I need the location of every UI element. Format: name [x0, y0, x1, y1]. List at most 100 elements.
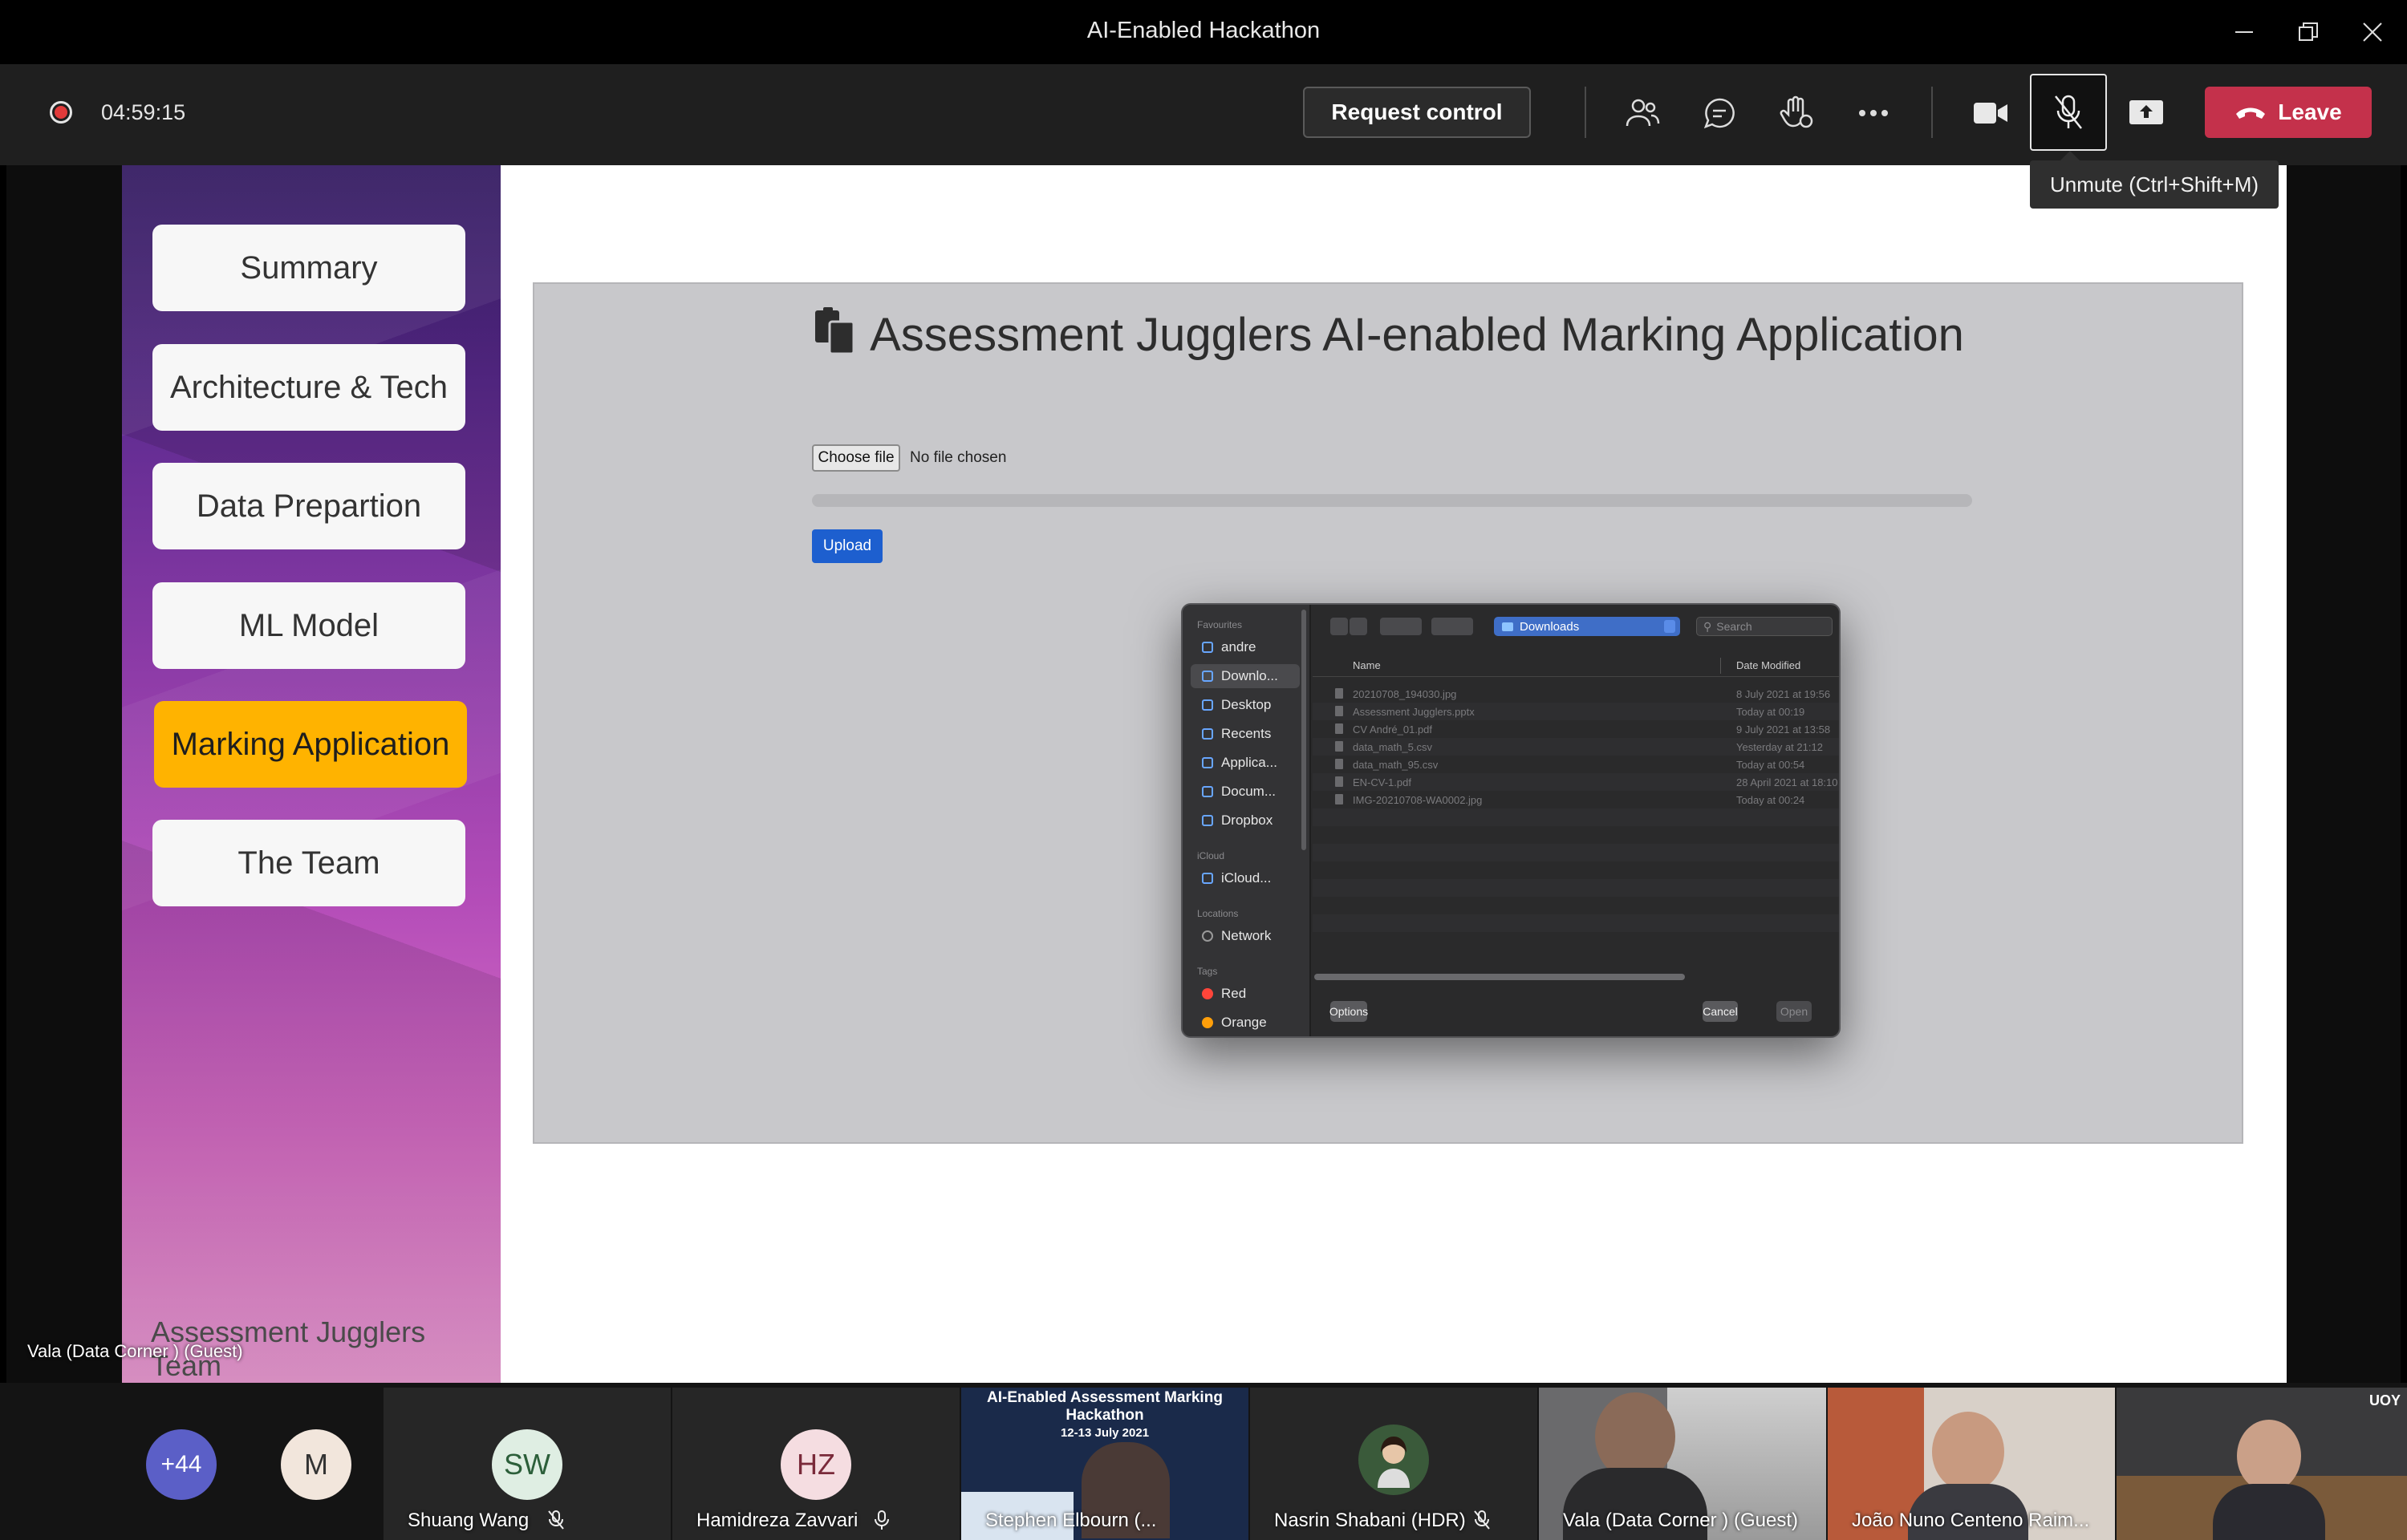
- grid-view-button[interactable]: [1431, 618, 1473, 635]
- folder-icon: [1202, 815, 1213, 826]
- restore-icon: [2299, 22, 2318, 41]
- mic-toggle-button[interactable]: [2030, 74, 2107, 151]
- column-name[interactable]: Name: [1353, 659, 1381, 671]
- dialog-search-input[interactable]: ⚲ Search: [1696, 617, 1833, 636]
- people-button[interactable]: [1616, 88, 1669, 138]
- nav-summary[interactable]: Summary: [152, 225, 465, 311]
- upload-button[interactable]: Upload: [812, 529, 883, 563]
- folder-selector[interactable]: Downloads: [1494, 617, 1680, 636]
- list-view-button[interactable]: [1380, 618, 1422, 635]
- mic-off-icon: [2055, 95, 2082, 129]
- sidebar-icloud-drive[interactable]: iCloud...: [1191, 866, 1300, 890]
- sidebar-documents[interactable]: Docum...: [1191, 780, 1300, 804]
- file-list: 20210708_194030.jpg 8 July 2021 at 19:56 A…: [1313, 685, 1839, 966]
- open-button[interactable]: Open: [1776, 1001, 1812, 1022]
- network-icon: [1202, 930, 1213, 942]
- list-item[interactable]: CV André_01.pdf 9 July 2021 at 13:58: [1313, 720, 1839, 738]
- upload-progress-bar: [812, 494, 1972, 507]
- chat-button[interactable]: [1693, 88, 1746, 138]
- downloads-icon: [1202, 671, 1213, 682]
- avatar[interactable]: M: [281, 1429, 351, 1500]
- participant-tile-joao-nuno[interactable]: João Nuno Centeno Raim...: [1828, 1388, 2115, 1540]
- forward-button[interactable]: [1350, 618, 1367, 635]
- restore-button[interactable]: [2283, 10, 2333, 55]
- search-icon: ⚲: [1703, 619, 1712, 633]
- file-date: Today at 00:19: [1736, 706, 1805, 718]
- file-name: EN-CV-1.pdf: [1353, 776, 1411, 788]
- more-participants-button[interactable]: +44: [146, 1429, 217, 1500]
- share-screen-button[interactable]: [2120, 88, 2173, 138]
- sidebar-downloads[interactable]: Downlo...: [1191, 664, 1300, 688]
- participant-name: Stephen Elbourn (...: [985, 1510, 1157, 1531]
- avatar: HZ: [781, 1429, 851, 1500]
- uoy-logo: UOY: [2368, 1392, 2401, 1408]
- participant-tile-vala[interactable]: Vala (Data Corner ) (Guest): [1539, 1388, 1826, 1540]
- presenter-name: Vala (Data Corner ) (Guest): [27, 1341, 243, 1361]
- poster-title: AI-Enabled Assessment Marking Hackathon: [987, 1389, 1223, 1424]
- empty-row: [1313, 879, 1839, 897]
- tag-orange[interactable]: Orange: [1191, 1011, 1300, 1035]
- tag-red[interactable]: Red: [1191, 982, 1300, 1006]
- choose-file-button[interactable]: Choose file: [812, 444, 900, 472]
- list-item[interactable]: EN-CV-1.pdf 28 April 2021 at 18:10: [1313, 773, 1839, 791]
- file-date: 8 July 2021 at 19:56: [1736, 688, 1831, 700]
- list-item[interactable]: IMG-20210708-WA0002.jpg Today at 00:24: [1313, 791, 1839, 808]
- sidebar-applications[interactable]: Applica...: [1191, 751, 1300, 775]
- more-options-button[interactable]: [1847, 88, 1900, 138]
- column-date-modified[interactable]: Date Modified: [1736, 659, 1800, 671]
- list-item[interactable]: data_math_95.csv Today at 00:54: [1313, 756, 1839, 773]
- sidebar-desktop[interactable]: Desktop: [1191, 693, 1300, 717]
- file-name: IMG-20210708-WA0002.jpg: [1353, 794, 1483, 806]
- participant-video: [2237, 1420, 2301, 1492]
- nav-architecture-tech[interactable]: Architecture & Tech: [152, 344, 465, 431]
- back-button[interactable]: [1330, 618, 1348, 635]
- leave-button[interactable]: Leave: [2205, 87, 2372, 138]
- hang-up-icon: [2236, 107, 2266, 119]
- folder-icon: [1502, 622, 1513, 631]
- nav-data-preparation[interactable]: Data Prepartion: [152, 463, 465, 549]
- participant-tile-nasrin-shabani[interactable]: Nasrin Shabani (HDR): [1250, 1388, 1537, 1540]
- participant-tile-uoy[interactable]: UOY: [2117, 1388, 2407, 1540]
- file-name: 20210708_194030.jpg: [1353, 688, 1457, 700]
- no-file-label: No file chosen: [910, 449, 1007, 466]
- participant-tile-hamidreza-zavvari[interactable]: HZ Hamidreza Zavvari: [672, 1388, 960, 1540]
- file-name: data_math_95.csv: [1353, 759, 1439, 771]
- sidebar-andre[interactable]: andre: [1191, 635, 1300, 659]
- nav-the-team[interactable]: The Team: [152, 820, 465, 906]
- sidebar-scrollbar[interactable]: [1301, 610, 1306, 850]
- list-item[interactable]: data_math_5.csv Yesterday at 21:12: [1313, 738, 1839, 756]
- cloud-icon: [1202, 873, 1213, 884]
- title-bar: AI-Enabled Hackathon: [0, 0, 2407, 64]
- cancel-button[interactable]: Cancel: [1703, 1001, 1738, 1022]
- file-icon: [1335, 723, 1343, 734]
- sidebar-recents[interactable]: Recents: [1191, 722, 1300, 746]
- mic-tooltip: Unmute (Ctrl+Shift+M): [2030, 151, 2279, 209]
- list-item[interactable]: Assessment Jugglers.pptx Today at 00:19: [1313, 703, 1839, 720]
- camera-button[interactable]: [1964, 88, 2017, 138]
- nav-ml-model[interactable]: ML Model: [152, 582, 465, 669]
- sidebar-network[interactable]: Network: [1191, 924, 1300, 948]
- close-button[interactable]: [2348, 10, 2397, 55]
- list-item[interactable]: 20210708_194030.jpg 8 July 2021 at 19:56: [1313, 685, 1839, 703]
- raise-hand-button[interactable]: [1770, 88, 1823, 138]
- chevron-updown-icon: [1664, 620, 1675, 633]
- app-title: Assessment Jugglers AI-enabled Marking A…: [534, 305, 2242, 371]
- participant-video: [1932, 1412, 2004, 1492]
- section-locations: Locations: [1197, 908, 1239, 919]
- people-icon: [1626, 99, 1660, 127]
- toolbar-divider: [1931, 87, 1933, 138]
- options-button[interactable]: Options: [1329, 1001, 1368, 1022]
- teams-meeting-window: AI-Enabled Hackathon 04:59:15 Request co…: [0, 0, 2407, 1540]
- file-date: Yesterday at 21:12: [1736, 741, 1823, 753]
- dialog-file-browser: Downloads ⚲ Search Name Date Modified 202…: [1313, 605, 1839, 1036]
- request-control-button[interactable]: Request control: [1303, 87, 1531, 138]
- sidebar-dropbox[interactable]: Dropbox: [1191, 808, 1300, 833]
- participant-tile-shuang-wang[interactable]: SW Shuang Wang: [384, 1388, 671, 1540]
- nav-marking-application[interactable]: Marking Application: [154, 701, 467, 788]
- file-icon: [1335, 741, 1343, 752]
- participant-tile-stephen-elbourn[interactable]: AI-Enabled Assessment Marking Hackathon …: [961, 1388, 1248, 1540]
- poster-date: 12-13 July 2021: [1060, 1426, 1150, 1440]
- clock-icon: [1202, 728, 1213, 740]
- file-list-scrollbar[interactable]: [1314, 974, 1685, 980]
- minimize-button[interactable]: [2219, 10, 2269, 55]
